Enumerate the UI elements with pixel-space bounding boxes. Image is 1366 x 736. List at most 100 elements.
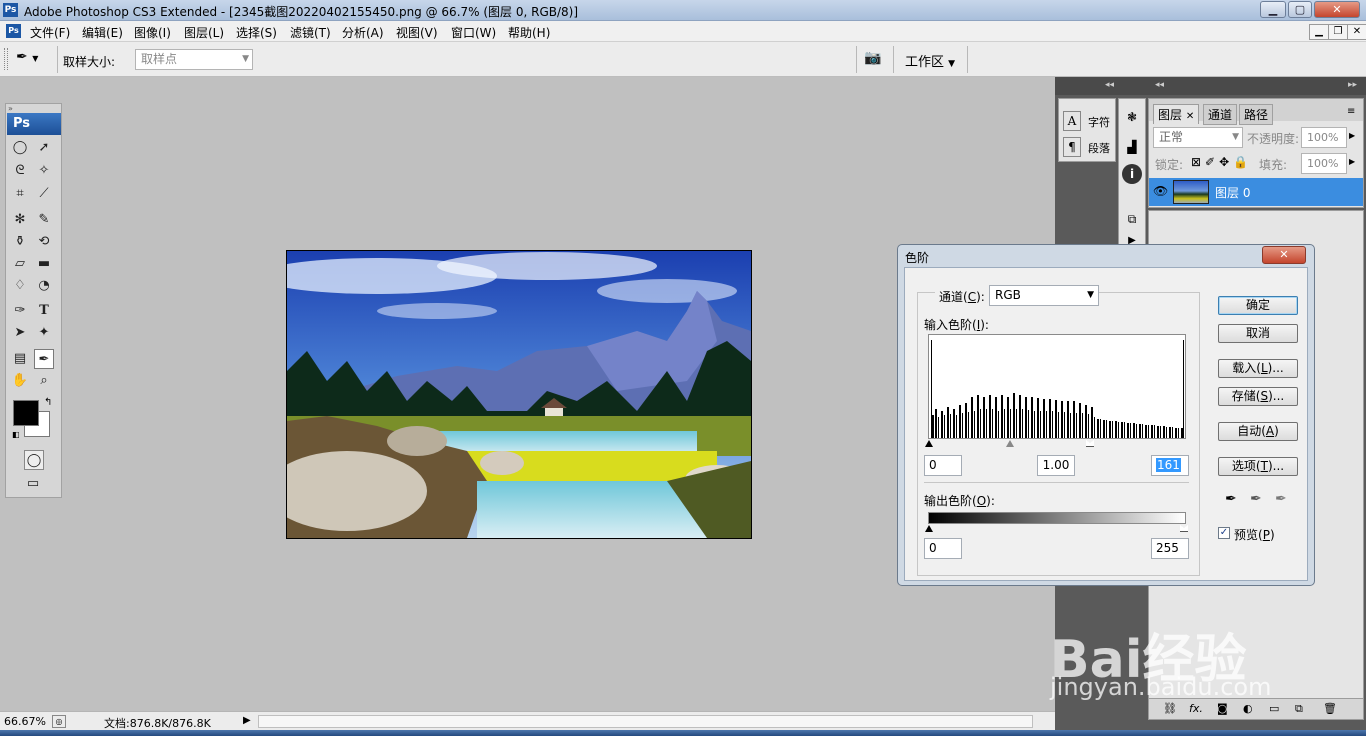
dialog-close-button[interactable]: ✕ — [1262, 246, 1306, 264]
sample-size-select[interactable]: 取样点 ▼ — [135, 49, 253, 70]
chevron-right-icon[interactable]: ▶ — [1349, 157, 1355, 166]
opacity-input[interactable]: 100% — [1301, 127, 1347, 148]
gray-eyedropper-icon[interactable]: ✒ — [1250, 491, 1262, 507]
lock-icons[interactable]: ⊠✐✥🔒 — [1191, 155, 1252, 169]
doc-close-button[interactable]: ✕ — [1347, 24, 1366, 40]
workspace-menu[interactable]: 工作区 ▼ — [905, 51, 955, 70]
menu-edit[interactable]: 编辑(E) — [82, 24, 123, 41]
input-gamma-field[interactable]: 1.00 — [1037, 455, 1075, 476]
eyedropper-tool-preset-icon[interactable]: ✒ ▼ — [16, 49, 50, 69]
menu-select[interactable]: 选择(S) — [236, 24, 277, 41]
tab-channels[interactable]: 通道 — [1203, 104, 1238, 125]
input-white-field[interactable]: 161 — [1151, 455, 1189, 476]
output-black-field[interactable]: 0 — [924, 538, 962, 559]
black-eyedropper-icon[interactable]: ✒ — [1225, 491, 1237, 507]
doc-minimize-button[interactable]: ▁ — [1309, 24, 1329, 40]
fill-input[interactable]: 100% — [1301, 153, 1347, 174]
collapse-icon[interactable]: ◂◂ — [1155, 80, 1164, 90]
trash-icon[interactable]: 🗑 — [1323, 702, 1337, 715]
layer-name[interactable]: 图层 0 — [1215, 184, 1250, 201]
zoom-tool-icon[interactable]: ⌕ — [34, 371, 54, 391]
document-image[interactable] — [286, 250, 752, 539]
histogram-icon[interactable]: ▟ — [1122, 137, 1142, 157]
tab-paths[interactable]: 路径 — [1239, 104, 1274, 125]
collapse-icon[interactable]: ◂◂ — [1105, 80, 1114, 90]
eyedropper-tool-icon[interactable]: ✒ — [34, 349, 54, 369]
tab-layers[interactable]: 图层 ✕ — [1153, 104, 1200, 124]
menu-file[interactable]: 文件(F) — [30, 24, 70, 41]
menu-analysis[interactable]: 分析(A) — [342, 24, 384, 41]
blur-tool-icon[interactable]: ♢ — [10, 276, 30, 296]
menu-view[interactable]: 视图(V) — [396, 24, 438, 41]
minimize-button[interactable]: ▁ — [1260, 1, 1286, 18]
preview-label[interactable]: 预览(P) — [1234, 526, 1275, 543]
options-button[interactable]: 选项(T)... — [1218, 457, 1298, 476]
zoom-level[interactable]: 66.67% — [4, 715, 46, 728]
bridge-icon[interactable]: 📷 — [864, 50, 886, 68]
horizontal-scrollbar[interactable] — [258, 715, 1033, 728]
white-point-slider[interactable] — [1086, 440, 1094, 447]
hand-tool-icon[interactable]: ✋ — [10, 371, 30, 391]
load-button[interactable]: 载入(L)... — [1218, 359, 1298, 378]
mask-icon[interactable]: ◙ — [1217, 702, 1228, 715]
link-layers-icon[interactable]: ⛓ — [1163, 702, 1177, 715]
close-icon[interactable]: ✕ — [1186, 111, 1194, 122]
blend-mode-select[interactable]: 正常 ▼ — [1153, 127, 1243, 148]
input-black-field[interactable]: 0 — [924, 455, 962, 476]
navigator-icon[interactable]: ❃ — [1122, 107, 1142, 127]
history-brush-tool-icon[interactable]: ⟲ — [34, 232, 54, 252]
slice-tool-icon[interactable]: ⟋ — [34, 184, 54, 204]
gamma-slider[interactable] — [1006, 440, 1014, 447]
quick-mask-icon[interactable]: ◯ — [24, 450, 44, 470]
menu-layer[interactable]: 图层(L) — [184, 24, 224, 41]
swap-colors-icon[interactable]: ↰ — [44, 397, 52, 408]
collapse-icon[interactable]: » — [8, 104, 13, 113]
maximize-button[interactable]: ▢ — [1288, 1, 1312, 18]
info-icon[interactable]: i — [1122, 164, 1142, 184]
white-eyedropper-icon[interactable]: ✒ — [1275, 491, 1287, 507]
close-button[interactable]: ✕ — [1314, 1, 1360, 18]
menu-window[interactable]: 窗口(W) — [451, 24, 496, 41]
preview-checkbox[interactable]: ✓ — [1218, 527, 1230, 539]
black-point-slider[interactable] — [925, 440, 933, 447]
brush-tool-icon[interactable]: ✎ — [34, 210, 54, 230]
paragraph-icon[interactable]: ¶ — [1063, 137, 1081, 157]
channel-select[interactable]: RGB ▼ — [989, 285, 1099, 306]
fx-icon[interactable]: fx. — [1189, 702, 1203, 715]
gradient-tool-icon[interactable]: ▬ — [34, 254, 54, 274]
foreground-color-swatch[interactable] — [13, 400, 39, 426]
save-button[interactable]: 存储(S)... — [1218, 387, 1298, 406]
clone-stamp-tool-icon[interactable]: ⚱ — [10, 232, 30, 252]
lasso-tool-icon[interactable]: ᘓ — [10, 161, 30, 181]
menu-filter[interactable]: 滤镜(T) — [290, 24, 331, 41]
layer-row[interactable]: 👁 图层 0 — [1149, 178, 1363, 206]
ok-button[interactable]: 确定 — [1218, 296, 1298, 315]
eye-icon[interactable]: 👁 — [1153, 184, 1168, 198]
auto-button[interactable]: 自动(A) — [1218, 422, 1298, 441]
output-black-slider[interactable] — [925, 525, 933, 532]
doc-restore-button[interactable]: ❐ — [1328, 24, 1348, 40]
notes-tool-icon[interactable]: ▤ — [10, 349, 30, 369]
status-arrow-icon[interactable]: ▶ — [243, 715, 251, 726]
input-levels-slider[interactable] — [925, 440, 1186, 450]
dodge-tool-icon[interactable]: ◔ — [34, 276, 54, 296]
type-tool-icon[interactable]: T — [34, 301, 54, 321]
crop-tool-icon[interactable]: ⌗ — [10, 184, 30, 204]
collapse-icon[interactable]: ▸▸ — [1348, 80, 1357, 90]
move-tool-icon[interactable]: ➚ — [34, 138, 54, 158]
menu-image[interactable]: 图像(I) — [134, 24, 171, 41]
eraser-tool-icon[interactable]: ▱ — [10, 254, 30, 274]
path-selection-tool-icon[interactable]: ➤ — [10, 323, 30, 343]
marquee-tool-icon[interactable]: ◯ — [10, 138, 30, 158]
screen-mode-icon[interactable]: ▭ — [23, 474, 43, 494]
panel-menu-icon[interactable]: ≡ — [1347, 106, 1355, 117]
magic-wand-tool-icon[interactable]: ✧ — [34, 161, 54, 181]
output-white-field[interactable]: 255 — [1151, 538, 1189, 559]
pen-tool-icon[interactable]: ✑ — [10, 301, 30, 321]
new-group-icon[interactable]: ▭ — [1269, 702, 1279, 715]
paragraph-label[interactable]: 段落 — [1088, 140, 1110, 156]
character-icon[interactable]: A — [1063, 111, 1081, 131]
default-colors-icon[interactable]: ◧ — [12, 430, 20, 439]
cancel-button[interactable]: 取消 — [1218, 324, 1298, 343]
custom-shape-tool-icon[interactable]: ✦ — [34, 323, 54, 343]
